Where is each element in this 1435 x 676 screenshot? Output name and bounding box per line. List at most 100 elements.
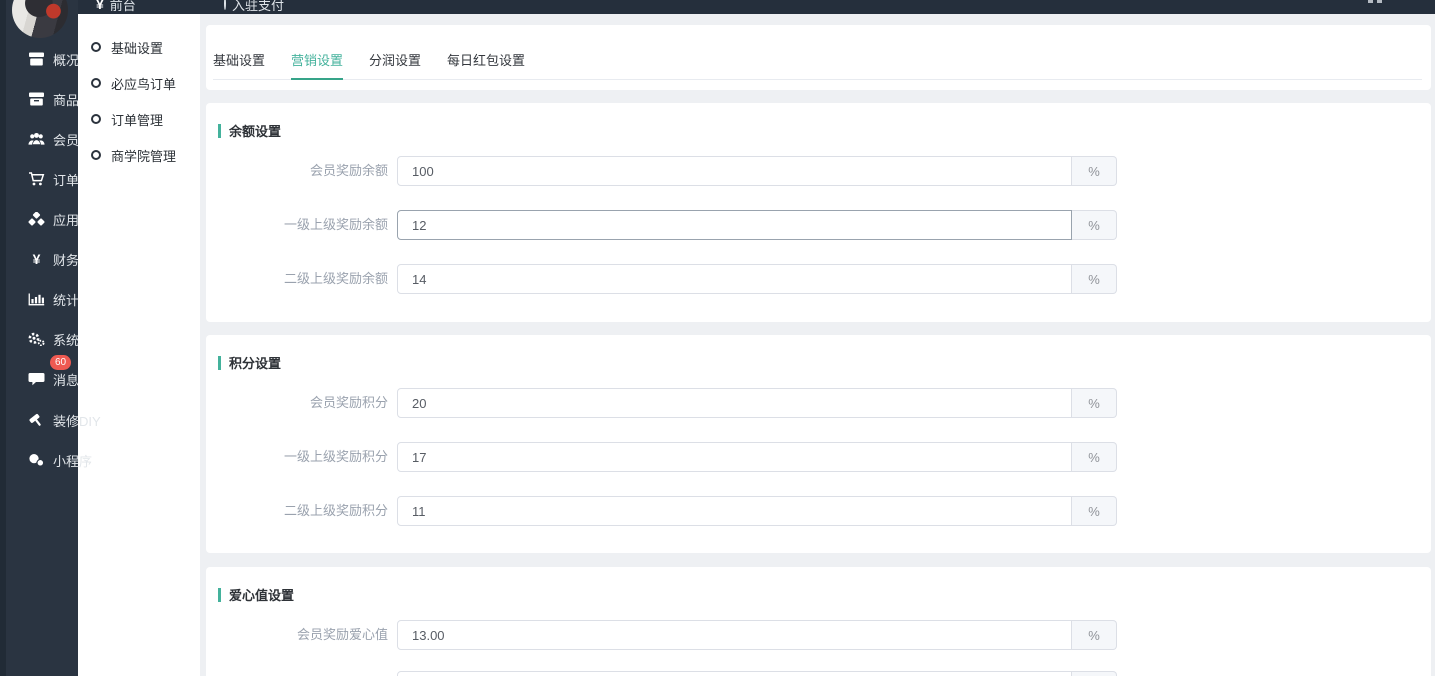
form-input[interactable] [397,442,1072,472]
form-input-partial[interactable] [397,671,1072,676]
percent-addon: % [1072,210,1117,240]
form-label: 二级上级奖励余额 [206,264,388,294]
apps-icon [28,212,45,226]
sidebar-item-label: 装修DIY [53,411,101,430]
submenu-item-basic-settings[interactable]: 基础设置 [78,32,200,62]
secondary-menu: 基础设置必应鸟订单订单管理商学院管理 [78,14,200,676]
form-row: 会员奖励爱心值% [206,620,1431,650]
avatar[interactable] [12,0,68,38]
percent-addon: % [1072,496,1117,526]
form-row: 会员奖励积分% [206,388,1431,418]
tab-marketing[interactable]: 营销设置 [291,50,343,80]
goods-icon [28,92,45,106]
miniprogram-icon [28,453,45,467]
submenu-item-business-school[interactable]: 商学院管理 [78,140,200,170]
form-row: 二级上级奖励积分% [206,496,1431,526]
section-title-text: 积分设置 [229,353,281,372]
input-group: % [397,496,1117,526]
tab-profit[interactable]: 分润设置 [369,50,421,80]
form-row: 一级上级奖励积分% [206,442,1431,472]
section-title-text: 余额设置 [229,121,281,140]
form-label: 二级上级奖励积分 [206,496,388,526]
sidebar-item-label: 应用 [53,210,79,229]
sidebar-item-label: 系统 [53,330,79,349]
form-label: 会员奖励爱心值 [206,620,388,650]
sidebar-item-members[interactable]: 会员 [6,119,78,159]
messages-badge: 60 [50,355,71,370]
form-input[interactable] [397,620,1072,650]
radio-circle-icon [91,78,101,88]
percent-addon: % [1072,671,1117,676]
sidebar-item-overview[interactable]: 概况 [6,39,78,79]
percent-addon: % [1072,156,1117,186]
sidebar-item-label: 商品 [53,90,79,109]
sidebar-item-label: 概况 [53,50,79,69]
form-label: 一级上级奖励余额 [206,210,388,240]
sidebar-item-orders[interactable]: 订单 [6,159,78,199]
chat-bubble-icon [28,372,45,386]
form-label: 一级上级奖励积分 [206,442,388,472]
submenu-item-order-management[interactable]: 订单管理 [78,104,200,134]
submenu-item-biyingniao-orders[interactable]: 必应鸟订单 [78,68,200,98]
topbar-item-label: 入驻支付 [232,0,284,14]
sidebar-item-goods[interactable]: 商品 [6,79,78,119]
yen-icon: ¥ [96,0,104,12]
main-content: 基础设置营销设置分润设置每日红包设置 余额设置会员奖励余额%一级上级奖励余额%二… [200,14,1435,676]
input-group: % [397,264,1117,294]
sidebar-item-stats[interactable]: 统计 [6,279,78,319]
radio-circle-icon [91,42,101,52]
percent-addon: % [1072,264,1117,294]
section-card-2: 爱心值设置会员奖励爱心值%% [206,567,1431,676]
topbar: ¥ 前台 入驻支付 [0,0,1435,14]
sidebar-item-decorate-diy[interactable]: 装修DIY [6,400,78,440]
form-label: 会员奖励积分 [206,388,388,418]
input-group: % [397,388,1117,418]
input-group: % [397,210,1117,240]
topbar-item-payment[interactable]: 入驻支付 [224,0,284,14]
form-input[interactable] [397,264,1072,294]
percent-addon: % [1072,620,1117,650]
section-accent-bar [218,588,221,602]
cart-icon [28,172,45,186]
tab-redpacket[interactable]: 每日红包设置 [447,50,525,80]
submenu-item-label: 商学院管理 [111,146,176,165]
form-input[interactable] [397,210,1072,240]
section-card-1: 积分设置会员奖励积分%一级上级奖励积分%二级上级奖励积分% [206,335,1431,553]
tabs-row: 基础设置营销设置分润设置每日红包设置 [213,50,1422,80]
form-input[interactable] [397,496,1072,526]
bar-chart-icon [28,292,45,306]
tab-card: 基础设置营销设置分润设置每日红包设置 [206,25,1431,90]
gears-icon [28,332,45,346]
percent-addon: % [1072,442,1117,472]
sidebar-item-apps[interactable]: 应用 [6,199,78,239]
sidebar-item-system[interactable]: 系统 [6,319,78,359]
radio-circle-icon [91,150,101,160]
sidebar-item-finance[interactable]: ¥财务 [6,239,78,279]
input-group: % [397,620,1117,650]
sidebar-item-label: 订单 [53,170,79,189]
section-accent-bar [218,356,221,370]
sidebar-item-miniprogram[interactable]: 小程序 [6,440,78,480]
sidebar-item-label: 消息 [53,370,79,389]
section-card-0: 余额设置会员奖励余额%一级上级奖励余额%二级上级奖励余额% [206,103,1431,322]
percent-addon: % [1072,388,1117,418]
submenu-item-label: 基础设置 [111,38,163,57]
form-input[interactable] [397,388,1072,418]
form-input[interactable] [397,156,1072,186]
tab-basic[interactable]: 基础设置 [213,50,265,80]
circle-icon [224,0,226,9]
topbar-item-label: 前台 [110,0,136,14]
members-icon [28,132,45,146]
sidebar-item-label: 统计 [53,290,79,309]
radio-circle-icon [91,114,101,124]
input-group: % [397,442,1117,472]
section-title: 余额设置 [218,121,281,140]
submenu-item-label: 必应鸟订单 [111,74,176,93]
section-title: 爱心值设置 [218,585,294,604]
sidebar-item-label: 会员 [53,130,79,149]
section-title-text: 爱心值设置 [229,585,294,604]
section-title: 积分设置 [218,353,281,372]
sidebar-item-label: 小程序 [53,451,92,470]
topbar-item-frontdesk[interactable]: ¥ 前台 [96,0,136,14]
sidebar: 60 概况商品会员订单应用 ¥财务统计系统消息装修DIY小程序 [0,0,78,676]
